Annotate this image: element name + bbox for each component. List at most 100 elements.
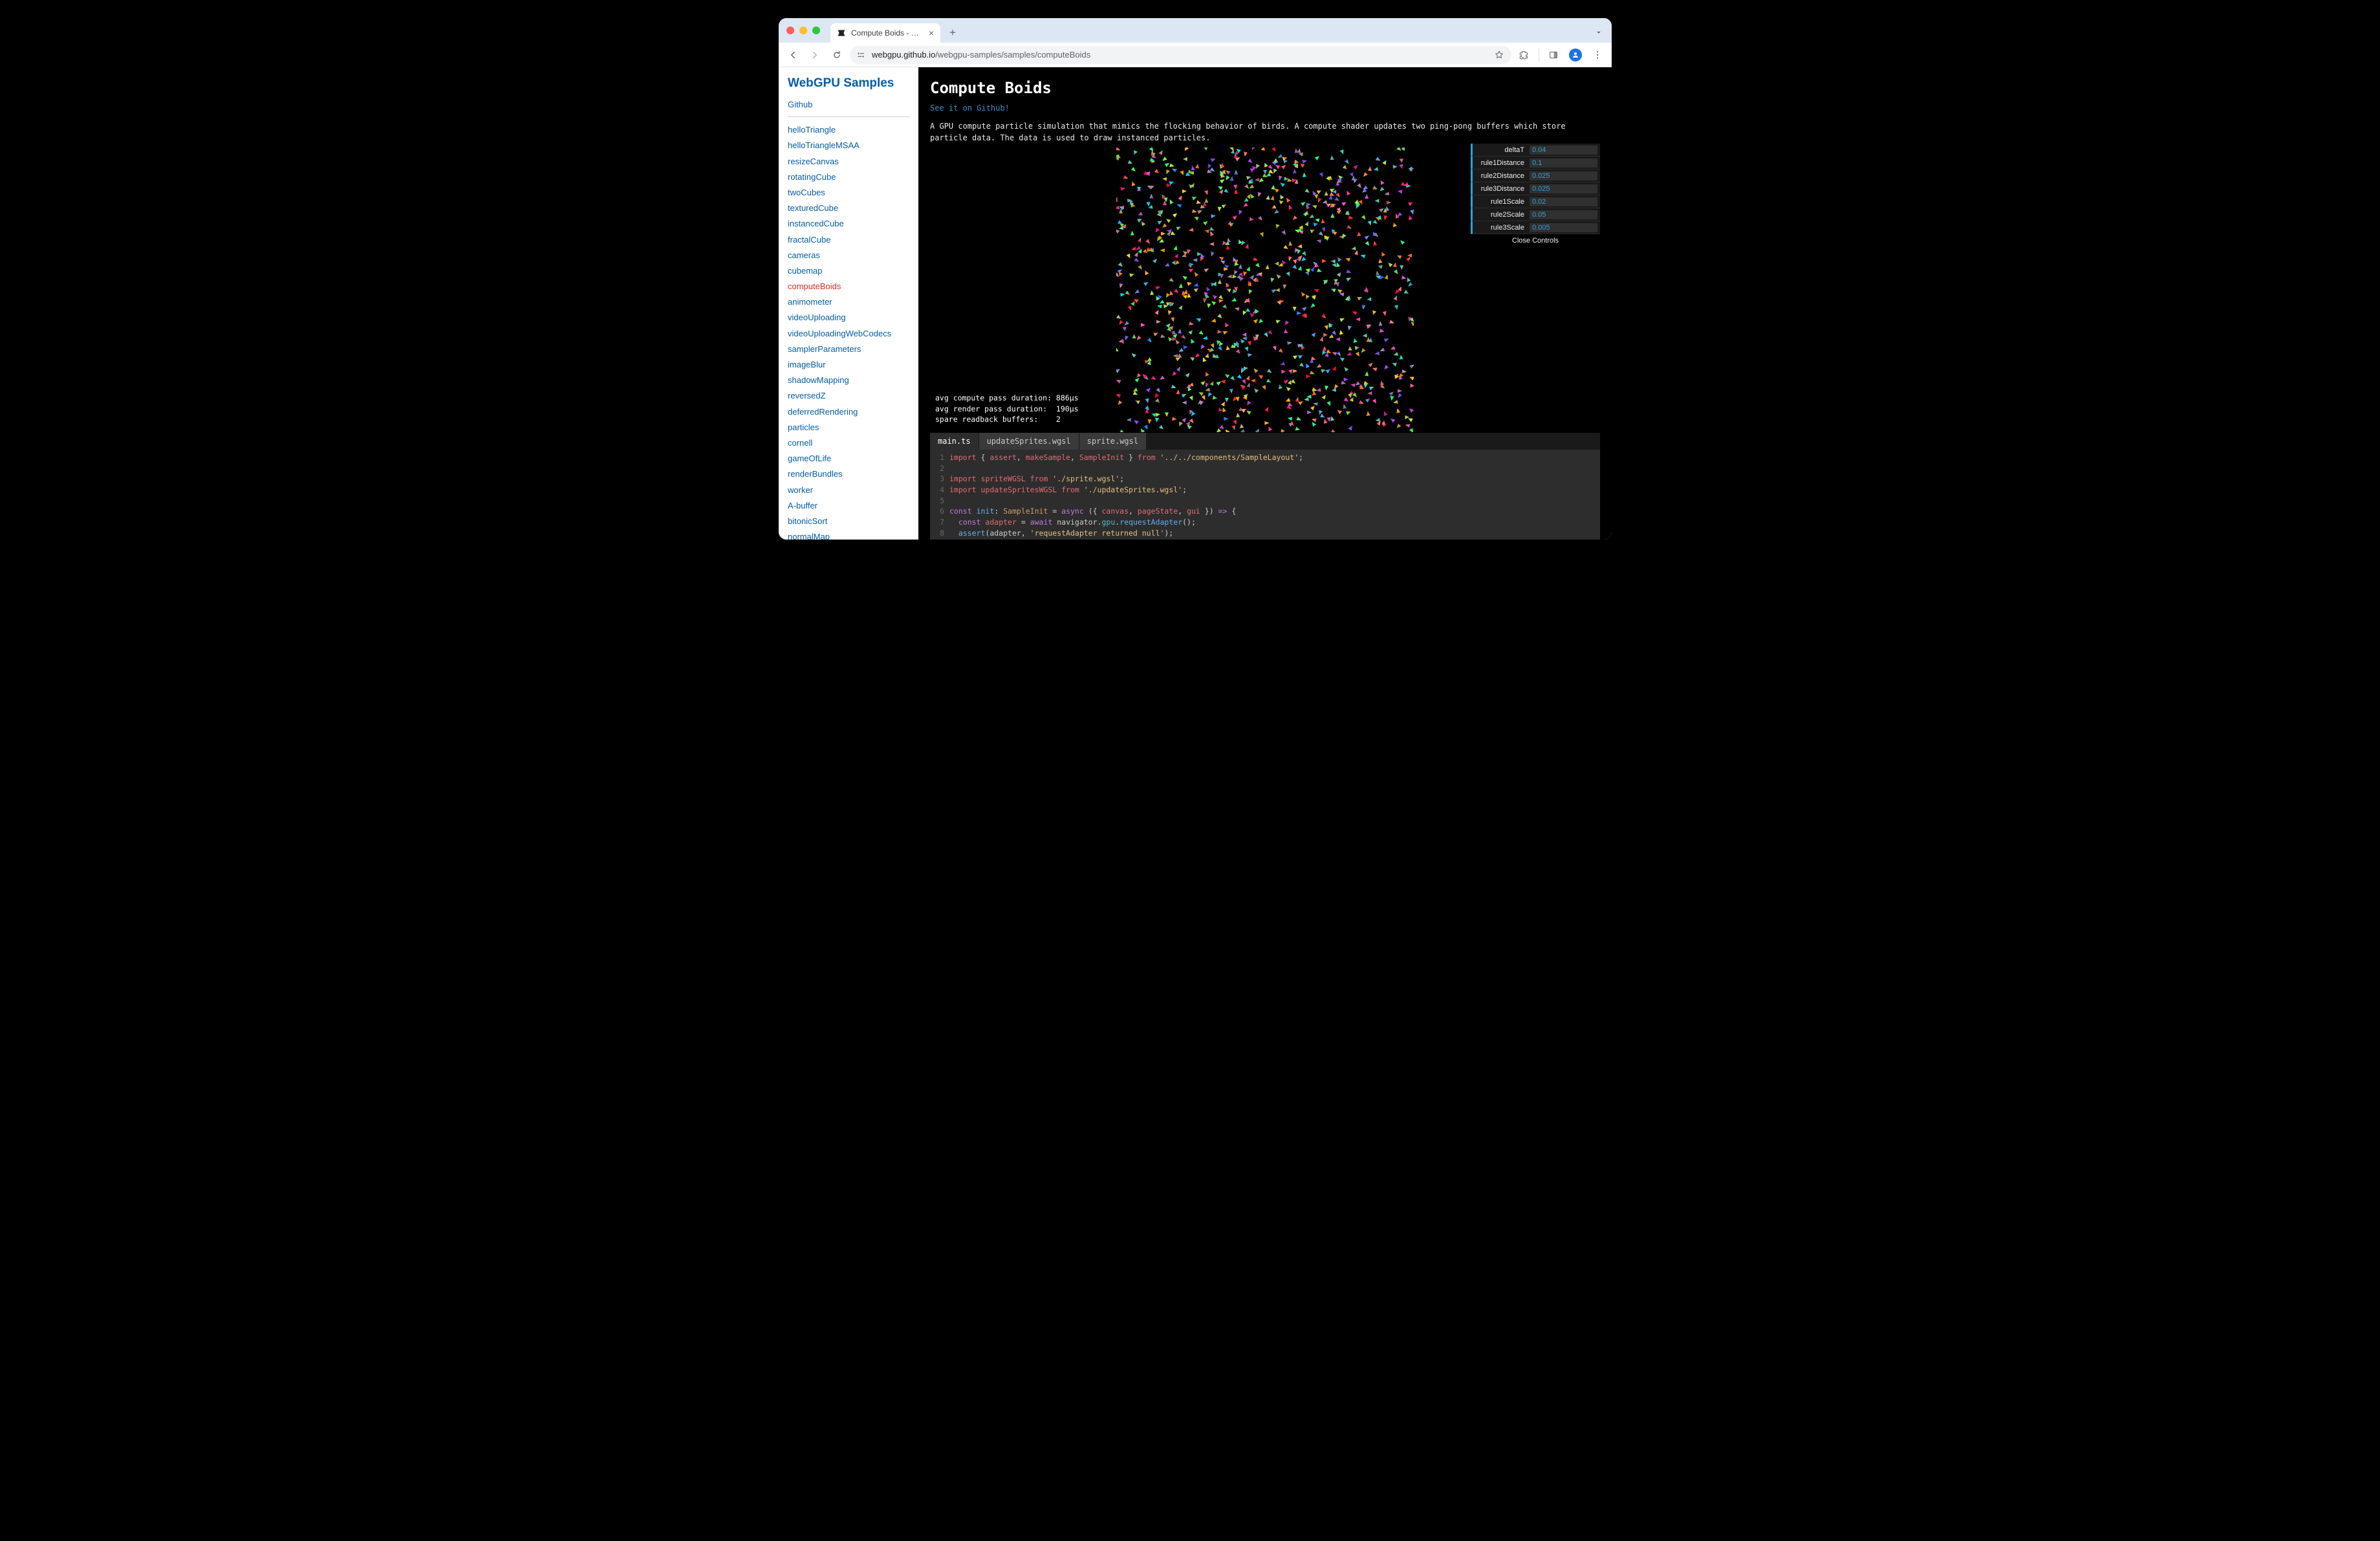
- sidebar-github-link[interactable]: Github: [788, 97, 909, 113]
- window-close-button[interactable]: [786, 27, 794, 34]
- code-body[interactable]: 1import { assert, makeSample, SampleInit…: [930, 450, 1600, 540]
- code-tab-updateSprites-wgsl[interactable]: updateSprites.wgsl: [979, 433, 1079, 450]
- code-line: 1import { assert, makeSample, SampleInit…: [930, 452, 1600, 463]
- main-content: Compute Boids See it on Github! A GPU co…: [918, 67, 1612, 540]
- gui-row-rule1Distance[interactable]: rule1Distance0.1: [1471, 157, 1600, 169]
- page-title: Compute Boids: [930, 79, 1600, 97]
- page-description: A GPU compute particle simulation that m…: [930, 120, 1600, 144]
- code-line: 7 const adapter = await navigator.gpu.re…: [930, 517, 1600, 528]
- sidebar-item-particles[interactable]: particles: [788, 420, 909, 435]
- gui-label: deltaT: [1473, 146, 1528, 154]
- profile-avatar[interactable]: [1566, 46, 1585, 64]
- sidebar-item-normalMap[interactable]: normalMap: [788, 529, 909, 540]
- site-settings-icon[interactable]: [856, 50, 867, 60]
- perf-stats: avg compute pass duration: 886µs avg ren…: [935, 393, 1079, 425]
- code-line: 8 assert(adapter, 'requestAdapter return…: [930, 528, 1600, 539]
- browser-window: Compute Boids - WebGPU S… ×: [779, 18, 1612, 540]
- sidebar-item-gameOfLife[interactable]: gameOfLife: [788, 451, 909, 466]
- window-controls: [786, 27, 820, 34]
- code-line: 5: [930, 496, 1600, 507]
- browser-toolbar: webgpu.github.io/webgpu-samples/samples/…: [779, 43, 1612, 67]
- window-maximize-button[interactable]: [812, 27, 820, 34]
- code-line: 3import spriteWGSL from './sprite.wgsl';: [930, 474, 1600, 485]
- window-minimize-button[interactable]: [799, 27, 807, 34]
- sidebar-title: WebGPU Samples: [788, 76, 909, 91]
- sidebar-divider: [788, 116, 909, 117]
- sidebar: WebGPU Samples Github helloTrianglehello…: [779, 67, 918, 540]
- sidebar-item-twoCubes[interactable]: twoCubes: [788, 185, 909, 201]
- code-tab-main-ts[interactable]: main.ts: [930, 433, 979, 450]
- gui-value-input[interactable]: 0.005: [1530, 223, 1597, 232]
- gui-label: rule1Distance: [1473, 159, 1528, 167]
- code-panel: main.tsupdateSprites.wgslsprite.wgsl 1im…: [930, 433, 1600, 540]
- gui-label: rule3Distance: [1473, 185, 1528, 193]
- code-line: 6const init: SampleInit = async ({ canva…: [930, 506, 1600, 517]
- gui-row-rule3Scale[interactable]: rule3Scale0.005: [1471, 221, 1600, 234]
- tab-favicon-icon: [837, 28, 846, 38]
- gui-row-rule3Distance[interactable]: rule3Distance0.025: [1471, 182, 1600, 195]
- gui-label: rule2Distance: [1473, 172, 1528, 180]
- gui-label: rule3Scale: [1473, 224, 1528, 232]
- menu-icon[interactable]: [1588, 46, 1606, 64]
- gui-label: rule2Scale: [1473, 211, 1528, 219]
- sidebar-item-helloTriangle[interactable]: helloTriangle: [788, 122, 909, 138]
- gui-value-input[interactable]: 0.04: [1530, 146, 1597, 155]
- browser-tab[interactable]: Compute Boids - WebGPU S… ×: [830, 23, 940, 43]
- sidebar-item-helloTriangleMSAA[interactable]: helloTriangleMSAA: [788, 138, 909, 153]
- tab-strip: Compute Boids - WebGPU S… ×: [779, 18, 1612, 43]
- page-viewport: WebGPU Samples Github helloTrianglehello…: [779, 67, 1612, 540]
- sidebar-item-instancedCube[interactable]: instancedCube: [788, 216, 909, 232]
- dat-gui-close-button[interactable]: Close Controls: [1471, 234, 1600, 247]
- gui-label: rule1Scale: [1473, 198, 1528, 206]
- extensions-icon[interactable]: [1515, 46, 1533, 64]
- sidebar-item-bitonicSort[interactable]: bitonicSort: [788, 514, 909, 529]
- sidebar-item-cameras[interactable]: cameras: [788, 248, 909, 263]
- sidebar-item-animometer[interactable]: animometer: [788, 294, 909, 310]
- code-tab-sprite-wgsl[interactable]: sprite.wgsl: [1079, 433, 1147, 450]
- sidebar-item-renderBundles[interactable]: renderBundles: [788, 466, 909, 482]
- sidebar-item-imageBlur[interactable]: imageBlur: [788, 357, 909, 373]
- address-bar[interactable]: webgpu.github.io/webgpu-samples/samples/…: [850, 46, 1511, 64]
- tab-title: Compute Boids - WebGPU S…: [851, 28, 924, 38]
- code-line: 2: [930, 463, 1600, 474]
- gui-value-input[interactable]: 0.1: [1530, 158, 1597, 168]
- sidebar-item-fractalCube[interactable]: fractalCube: [788, 232, 909, 248]
- sidebar-item-videoUploadingWebCodecs[interactable]: videoUploadingWebCodecs: [788, 326, 909, 342]
- reload-button[interactable]: [828, 46, 846, 64]
- sidebar-item-reversedZ[interactable]: reversedZ: [788, 388, 909, 404]
- sidebar-item-computeBoids[interactable]: computeBoids: [788, 279, 909, 294]
- code-line: 4import updateSpritesWGSL from './update…: [930, 485, 1600, 496]
- sidebar-item-cubemap[interactable]: cubemap: [788, 263, 909, 279]
- dat-gui-panel: deltaT0.04rule1Distance0.1rule2Distance0…: [1471, 144, 1600, 247]
- url-host: webgpu.github.io/webgpu-samples/samples/…: [872, 50, 1090, 60]
- side-panel-icon[interactable]: [1544, 46, 1563, 64]
- forward-button[interactable]: [806, 46, 824, 64]
- gui-value-input[interactable]: 0.02: [1530, 197, 1597, 206]
- sidebar-item-shadowMapping[interactable]: shadowMapping: [788, 373, 909, 388]
- see-on-github-link[interactable]: See it on Github!: [930, 104, 1600, 113]
- code-line: 9: [930, 538, 1600, 540]
- gui-row-rule2Scale[interactable]: rule2Scale0.05: [1471, 208, 1600, 221]
- sidebar-item-texturedCube[interactable]: texturedCube: [788, 201, 909, 216]
- tab-list-dropdown-icon[interactable]: [1591, 25, 1606, 40]
- gui-row-deltaT[interactable]: deltaT0.04: [1471, 144, 1600, 157]
- sidebar-item-rotatingCube[interactable]: rotatingCube: [788, 169, 909, 185]
- new-tab-button[interactable]: [944, 24, 961, 41]
- sidebar-item-deferredRendering[interactable]: deferredRendering: [788, 404, 909, 420]
- gui-row-rule1Scale[interactable]: rule1Scale0.02: [1471, 195, 1600, 208]
- gui-row-rule2Distance[interactable]: rule2Distance0.025: [1471, 169, 1600, 182]
- gui-value-input[interactable]: 0.05: [1530, 210, 1597, 219]
- gui-value-input[interactable]: 0.025: [1530, 184, 1597, 193]
- bookmark-star-icon[interactable]: [1493, 49, 1505, 61]
- sidebar-item-samplerParameters[interactable]: samplerParameters: [788, 342, 909, 357]
- sidebar-item-cornell[interactable]: cornell: [788, 435, 909, 451]
- sidebar-item-worker[interactable]: worker: [788, 483, 909, 498]
- gui-value-input[interactable]: 0.025: [1530, 171, 1597, 180]
- tab-close-icon[interactable]: ×: [929, 28, 934, 38]
- boids-canvas: [1116, 148, 1414, 432]
- sidebar-item-A-buffer[interactable]: A-buffer: [788, 498, 909, 514]
- back-button[interactable]: [784, 46, 802, 64]
- sidebar-item-videoUploading[interactable]: videoUploading: [788, 310, 909, 325]
- code-tabs: main.tsupdateSprites.wgslsprite.wgsl: [930, 433, 1600, 450]
- sidebar-item-resizeCanvas[interactable]: resizeCanvas: [788, 154, 909, 169]
